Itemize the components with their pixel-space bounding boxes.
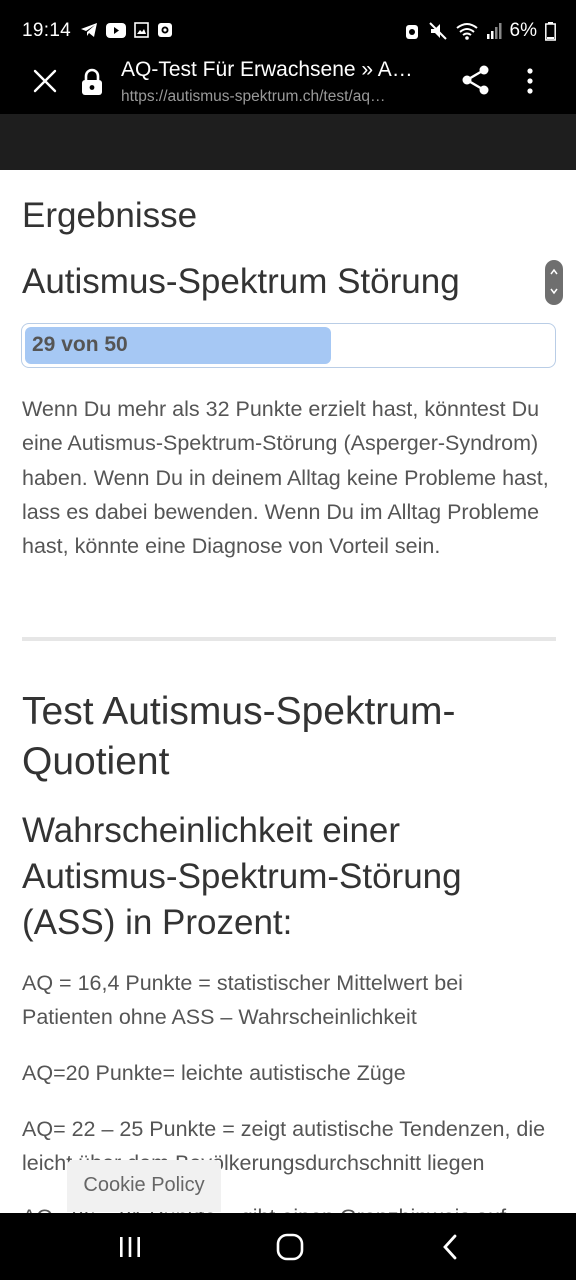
cookie-policy-button[interactable]: Cookie Policy (67, 1160, 221, 1212)
youtube-icon (106, 22, 126, 38)
more-menu-icon[interactable] (520, 66, 540, 96)
telegram-icon (81, 23, 97, 37)
browser-toolbar: AQ-Test Für Erwachsene » A… https://auti… (0, 56, 576, 114)
status-bar: 19:14 6% (0, 0, 576, 56)
system-nav-bar (0, 1213, 576, 1280)
signal-icon (486, 23, 502, 39)
aq-item: AQ = 16,4 Punkte = statistischer Mittelw… (22, 971, 463, 1030)
screen-record-icon (158, 23, 172, 37)
lock-icon[interactable] (80, 68, 104, 96)
alarm-icon (405, 25, 418, 39)
site-header (0, 114, 576, 170)
test-heading: Test Autismus-Spektrum-Quotient (22, 690, 456, 783)
chevron-up-icon (550, 268, 558, 275)
notification-icons (80, 22, 173, 38)
close-icon[interactable] (30, 66, 60, 96)
status-time: 19:14 (22, 20, 72, 41)
progress-label: 29 von 50 (32, 333, 128, 356)
result-description: Wenn Du mehr als 32 Punkte erzielt hast,… (22, 397, 549, 559)
share-icon[interactable] (460, 64, 492, 96)
results-heading: Ergebnisse (22, 196, 198, 235)
chevron-down-icon (550, 288, 558, 295)
asd-subheading: Autismus-Spektrum Störung (22, 262, 460, 301)
wifi-icon (455, 23, 478, 40)
back-icon[interactable] (440, 1233, 460, 1261)
score-progress-bar: 29 von 50 (21, 323, 556, 368)
scroll-handle[interactable] (545, 260, 563, 305)
battery-icon (545, 21, 556, 41)
system-status: 6% (404, 20, 556, 42)
home-icon[interactable] (276, 1233, 304, 1261)
mute-icon (428, 22, 447, 40)
image-icon (134, 22, 149, 38)
page-content: Ergebnisse Autismus-Spektrum Störung 29 … (0, 170, 576, 1213)
aq-item: AQ=20 Punkte= leichte autistische Züge (22, 1061, 406, 1085)
probability-heading: Wahrscheinlichkeit einer Autismus-Spektr… (22, 811, 462, 942)
page-url[interactable]: https://autismus-spektrum.ch/test/aq… (121, 88, 443, 106)
section-divider (22, 637, 556, 641)
recent-apps-icon[interactable] (117, 1235, 143, 1259)
page-title[interactable]: AQ-Test Für Erwachsene » A… (121, 58, 443, 82)
battery-level: 6% (509, 20, 537, 41)
